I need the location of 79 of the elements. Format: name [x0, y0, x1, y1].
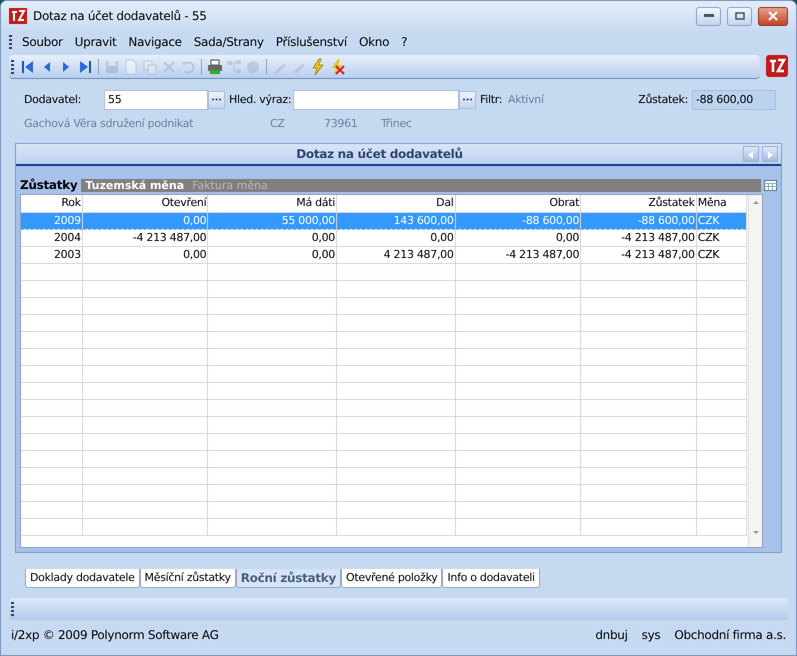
table-cell: 4 213 487,00: [336, 246, 456, 263]
column-header[interactable]: Zůstatek: [580, 195, 696, 212]
column-header[interactable]: Obrat: [455, 195, 581, 212]
left-arrow-icon: [747, 150, 755, 159]
menu-item[interactable]: Navigace: [122, 31, 188, 53]
column-header[interactable]: Měna: [696, 195, 746, 212]
column-header[interactable]: Má dáti: [208, 195, 336, 212]
window-title: Dotaz na účet dodavatelů - 55: [33, 8, 207, 25]
grid-view-icon[interactable]: [764, 180, 777, 190]
table-cell: 0,00: [208, 229, 336, 246]
ellipsis-icon: [212, 98, 221, 101]
table-cell: -88 600,00: [580, 212, 696, 229]
close-icon: [768, 11, 778, 21]
browse-button[interactable]: [459, 91, 476, 109]
menu-item[interactable]: ?: [395, 31, 414, 53]
balance-label: Zůstatek:: [638, 92, 688, 108]
scrollbar[interactable]: [748, 195, 762, 547]
maximize-button[interactable]: [727, 6, 752, 26]
status-text: sys: [642, 627, 660, 644]
menu-item[interactable]: Příslušenství: [270, 31, 353, 53]
postal-code: 73961: [324, 116, 358, 132]
table-cell: 0,00: [336, 229, 456, 246]
city-name: Třinec: [381, 116, 412, 132]
table-cell: 0,00: [455, 229, 581, 246]
table-cell: 55 000,00: [208, 212, 336, 229]
status-text: Obchodní firma a.s.: [674, 627, 786, 644]
menu-item[interactable]: Sada/Strany: [188, 31, 270, 53]
table-cell: 0,00: [208, 246, 336, 263]
table-cell: -4 213 487,00: [580, 229, 696, 246]
search-field[interactable]: [293, 90, 459, 110]
printer-icon[interactable]: [206, 58, 224, 76]
minimize-button[interactable]: [696, 6, 721, 26]
app-logo-icon: [9, 8, 27, 24]
next-button[interactable]: [762, 146, 778, 162]
menu-item[interactable]: Upravit: [68, 31, 122, 53]
minimize-icon: [704, 14, 714, 18]
supplier-field[interactable]: 55: [104, 90, 208, 110]
status-text: dnbuj: [595, 627, 628, 644]
tab[interactable]: Otevřené položky: [340, 569, 442, 588]
right-arrow-icon: [766, 150, 774, 159]
country-code: CZ: [270, 116, 286, 132]
tab[interactable]: Info o dodavateli: [442, 569, 540, 588]
table-cell: -4 213 487,00: [455, 246, 581, 263]
search-label: Hled. výraz:: [229, 92, 292, 108]
menu-item[interactable]: Soubor: [16, 31, 69, 53]
tab[interactable]: Roční zůstatky: [236, 569, 341, 588]
supplier-name: Gachová Věra sdružení podnikat: [24, 116, 194, 132]
table-cell: CZK: [696, 229, 746, 246]
close-button[interactable]: [758, 6, 788, 26]
column-header[interactable]: Dal: [336, 195, 456, 212]
table-cell: 143 600,00: [336, 212, 456, 229]
segment-tab[interactable]: Tuzemská měna: [81, 178, 188, 192]
tab[interactable]: Doklady dodavatele: [25, 569, 140, 588]
table-cell: 0,00: [82, 246, 208, 263]
balance-field: -88 600,00: [692, 90, 776, 110]
tab[interactable]: Měsíční zůstatky: [140, 569, 236, 588]
app-logo-icon: [766, 55, 788, 77]
filter-label: Filtr:: [480, 92, 504, 108]
filter-value: Aktivní: [508, 92, 544, 108]
previous-button[interactable]: [743, 146, 759, 162]
section-label: Zůstatky: [20, 177, 78, 194]
table-cell: -4 213 487,00: [82, 229, 208, 246]
column-header[interactable]: Rok: [21, 195, 82, 212]
maximize-icon: [734, 12, 744, 20]
table-cell: 2004: [21, 229, 82, 246]
ellipsis-icon: [463, 98, 472, 101]
table-cell: 0,00: [82, 212, 208, 229]
copyright-text: i/2xp © 2009 Polynorm Software AG: [11, 627, 219, 644]
table-cell: CZK: [696, 212, 746, 229]
table-cell: 2003: [21, 246, 82, 263]
table-cell: -4 213 487,00: [580, 246, 696, 263]
supplier-label: Dodavatel:: [24, 92, 82, 108]
panel-title: Dotaz na účet dodavatelů: [295, 146, 464, 163]
table-cell: -88 600,00: [455, 212, 581, 229]
column-header[interactable]: Otevření: [82, 195, 208, 212]
table-cell: 2009: [21, 212, 82, 229]
browse-button[interactable]: [208, 91, 225, 109]
table-cell: CZK: [696, 246, 746, 263]
menu-item[interactable]: Okno: [352, 31, 396, 53]
